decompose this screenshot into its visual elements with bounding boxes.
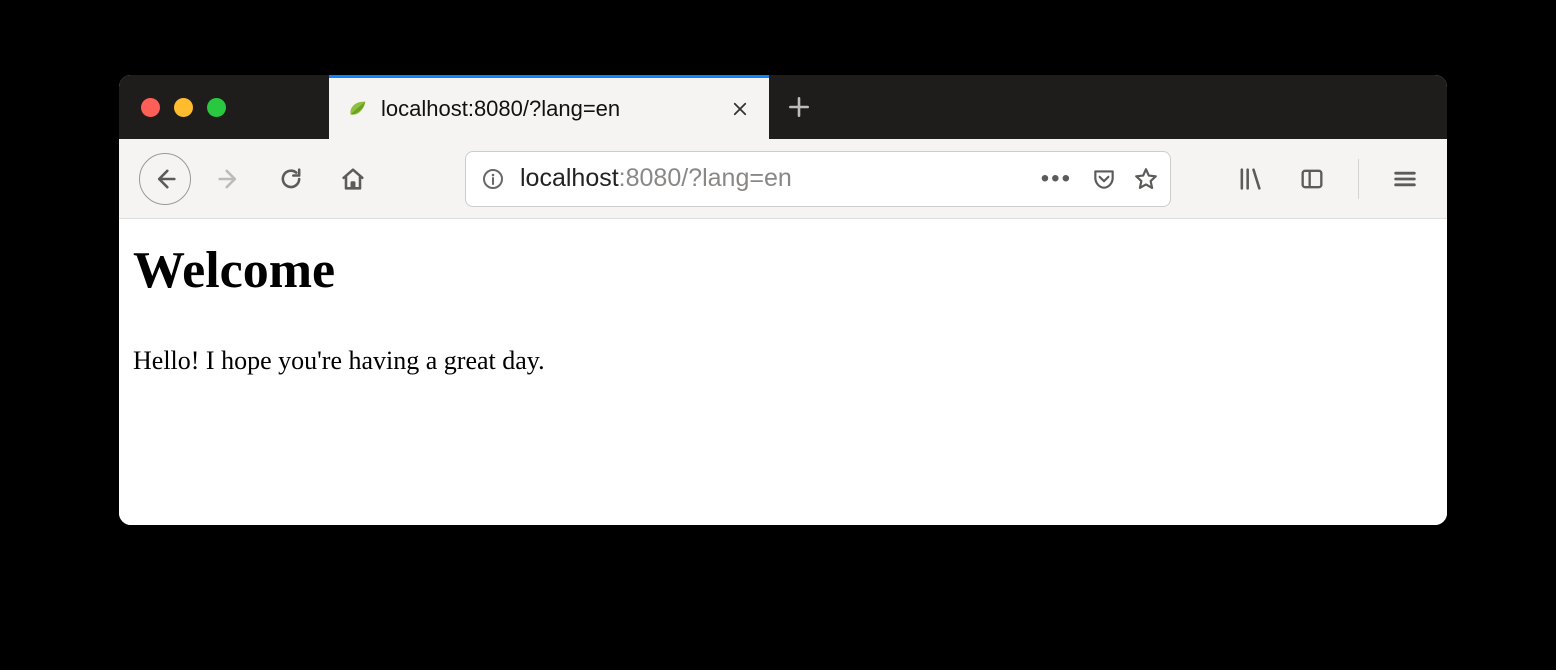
url-text: localhost:8080/?lang=en	[520, 164, 1023, 193]
plus-icon	[786, 94, 812, 120]
spring-leaf-icon	[347, 98, 369, 120]
site-info-button[interactable]	[480, 166, 506, 192]
home-button[interactable]	[329, 155, 377, 203]
toolbar-right	[1228, 157, 1427, 201]
arrow-right-icon	[215, 165, 243, 193]
library-button[interactable]	[1228, 157, 1272, 201]
url-bar-actions: •••	[1037, 165, 1160, 193]
page-actions-button[interactable]: •••	[1037, 165, 1076, 193]
window-maximize-button[interactable]	[207, 98, 226, 117]
sidebar-button[interactable]	[1290, 157, 1334, 201]
star-icon	[1133, 166, 1159, 192]
library-icon	[1236, 165, 1264, 193]
titlebar: localhost:8080/?lang=en	[119, 75, 1447, 139]
tab-title: localhost:8080/?lang=en	[381, 96, 715, 122]
browser-window: localhost:8080/?lang=en loc	[119, 75, 1447, 525]
home-icon	[339, 165, 367, 193]
page-heading: Welcome	[133, 241, 1433, 300]
window-controls	[119, 75, 329, 139]
url-host: localhost	[520, 164, 619, 192]
save-to-pocket-button[interactable]	[1090, 165, 1118, 193]
hamburger-icon	[1391, 165, 1419, 193]
reload-icon	[277, 165, 305, 193]
window-close-button[interactable]	[141, 98, 160, 117]
pocket-icon	[1091, 166, 1117, 192]
browser-tab[interactable]: localhost:8080/?lang=en	[329, 75, 769, 139]
toolbar-divider	[1358, 159, 1359, 199]
info-icon	[481, 167, 505, 191]
reload-button[interactable]	[267, 155, 315, 203]
navigation-toolbar: localhost:8080/?lang=en •••	[119, 139, 1447, 219]
app-menu-button[interactable]	[1383, 157, 1427, 201]
url-path: :8080/?lang=en	[619, 164, 792, 192]
window-minimize-button[interactable]	[174, 98, 193, 117]
close-tab-button[interactable]	[727, 96, 753, 122]
page-content: Welcome Hello! I hope you're having a gr…	[119, 219, 1447, 525]
sidebar-icon	[1298, 165, 1326, 193]
bookmark-button[interactable]	[1132, 165, 1160, 193]
address-bar[interactable]: localhost:8080/?lang=en •••	[465, 151, 1171, 207]
back-button[interactable]	[139, 153, 191, 205]
close-icon	[731, 100, 749, 118]
forward-button[interactable]	[205, 155, 253, 203]
new-tab-button[interactable]	[769, 75, 829, 139]
arrow-left-icon	[151, 165, 179, 193]
page-greeting: Hello! I hope you're having a great day.	[133, 344, 1433, 378]
